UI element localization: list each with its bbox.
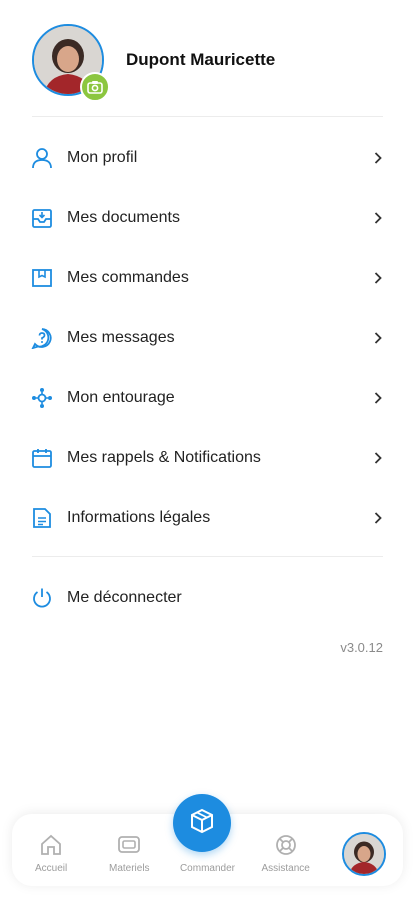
- menu-item-legal[interactable]: Informations légales: [0, 488, 415, 548]
- profile-header: Dupont Mauricette: [32, 20, 383, 102]
- menu-item-label: Mes messages: [67, 329, 175, 346]
- tab-accueil[interactable]: Accueil: [14, 831, 88, 874]
- menu-item-profile[interactable]: Mon profil: [0, 128, 415, 188]
- tab-profile-avatar[interactable]: [327, 832, 401, 876]
- chevron-right-icon: [373, 391, 383, 405]
- network-icon: [30, 386, 54, 410]
- menu-item-label: Mes commandes: [67, 269, 189, 286]
- menu-item-label: Mes rappels & Notifications: [67, 449, 261, 466]
- menu-item-label: Mon profil: [67, 149, 138, 166]
- avatar-photo: [343, 834, 384, 874]
- power-icon: [30, 586, 54, 610]
- menu-list: Mon profil Mes documents Mes commandes M…: [0, 128, 415, 548]
- avatar[interactable]: [341, 832, 386, 876]
- calendar-icon: [30, 446, 54, 470]
- tab-assistance[interactable]: Assistance: [249, 831, 323, 874]
- bottom-tab-bar: Accueil Materiels Commander Assistance: [12, 794, 403, 886]
- menu-item-entourage[interactable]: Mon entourage: [0, 368, 415, 428]
- home-icon: [37, 831, 65, 859]
- logout-button[interactable]: Me déconnecter: [0, 568, 415, 628]
- tab-label: Materiels: [108, 863, 150, 874]
- document-icon: [30, 506, 54, 530]
- chevron-right-icon: [373, 271, 383, 285]
- menu-item-messages[interactable]: Mes messages: [0, 308, 415, 368]
- box-icon: [30, 266, 54, 290]
- commander-button[interactable]: [172, 794, 231, 852]
- camera-icon[interactable]: [80, 72, 110, 102]
- menu-item-orders[interactable]: Mes commandes: [0, 248, 415, 308]
- app-version: v3.0.12: [340, 640, 383, 655]
- menu-item-label: Mes documents: [67, 209, 180, 226]
- menu-item-label: Mon entourage: [67, 389, 175, 406]
- user-icon: [30, 146, 54, 170]
- inbox-tray-icon: [30, 206, 54, 230]
- tab-label: Commander: [179, 863, 235, 874]
- tab-label: Accueil: [34, 863, 68, 874]
- chevron-right-icon: [373, 151, 383, 165]
- menu-item-documents[interactable]: Mes documents: [0, 188, 415, 248]
- menu-item-reminders[interactable]: Mes rappels & Notifications: [0, 428, 415, 488]
- divider: [32, 556, 383, 557]
- avatar-container[interactable]: [32, 24, 110, 102]
- chevron-right-icon: [373, 511, 383, 525]
- tab-label: Assistance: [261, 863, 310, 874]
- lifebuoy-icon: [272, 831, 300, 859]
- logout-label: Me déconnecter: [67, 589, 182, 606]
- chevron-right-icon: [373, 331, 383, 345]
- package-icon: [188, 807, 216, 840]
- menu-item-label: Informations légales: [67, 509, 211, 526]
- chevron-right-icon: [373, 211, 383, 225]
- device-icon: [115, 831, 143, 859]
- divider: [32, 116, 383, 117]
- question-bubble-icon: [30, 326, 54, 350]
- chevron-right-icon: [373, 451, 383, 465]
- user-name: Dupont Mauricette: [126, 50, 276, 69]
- tab-materiels[interactable]: Materiels: [92, 831, 166, 874]
